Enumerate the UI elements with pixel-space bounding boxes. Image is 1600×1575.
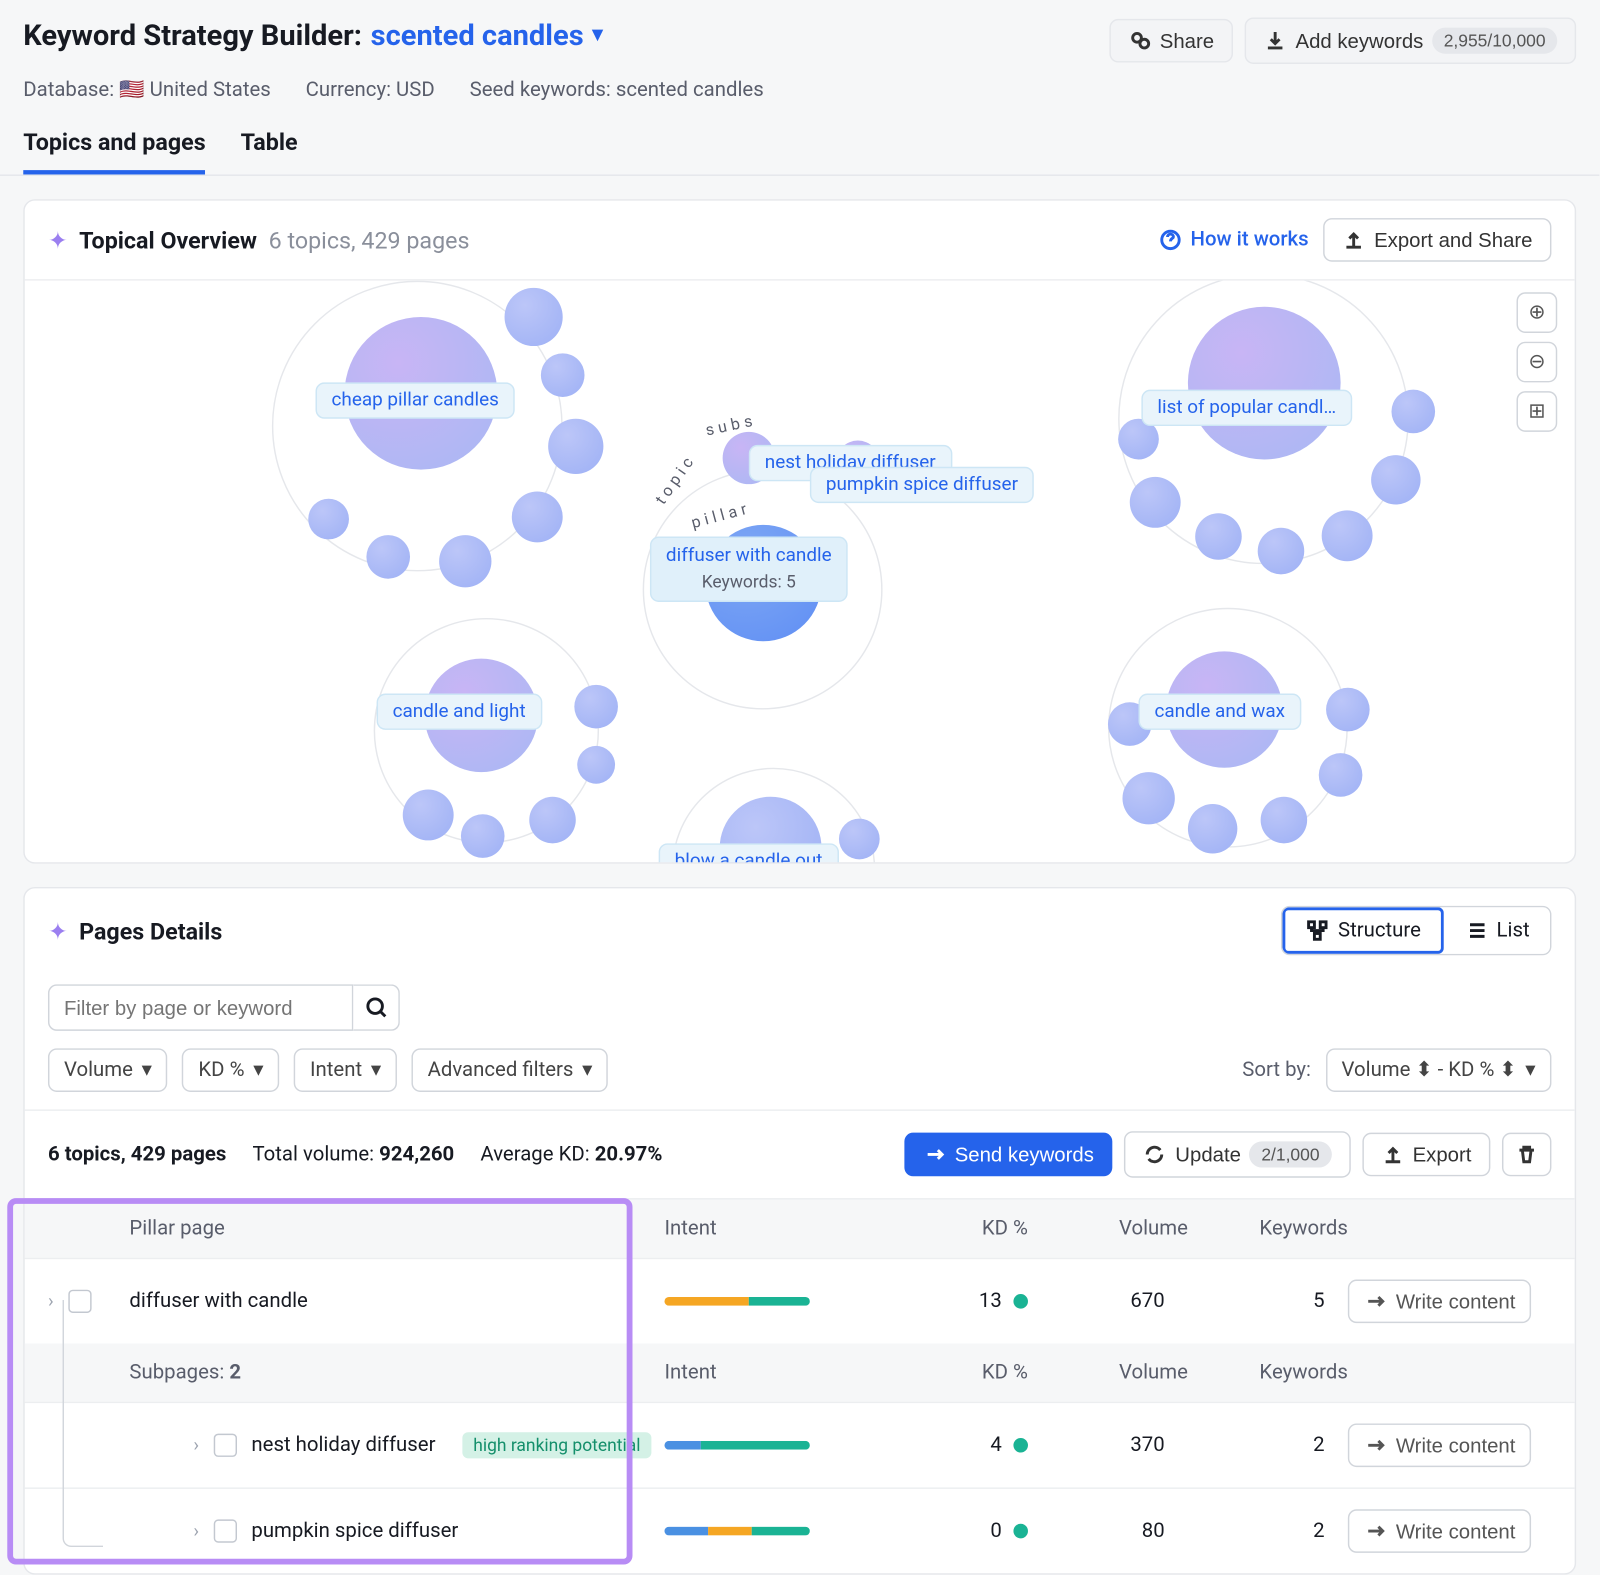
zoom-out-icon[interactable]: ⊖ [1517,342,1558,383]
filter-input[interactable] [48,984,353,1031]
view-toggle[interactable]: Structure List [1281,906,1551,955]
intent-bar [664,1441,809,1450]
row-name: pumpkin spice diffuser [251,1519,458,1542]
table-row[interactable]: ›pumpkin spice diffuser 0 80 2 Write con… [25,1487,1575,1573]
row-name: nest holiday diffuser [251,1434,435,1457]
how-it-works-link[interactable]: How it works [1159,228,1309,251]
export-button[interactable]: Export [1362,1133,1491,1177]
chevron-down-icon: ▾ [371,1059,381,1082]
cluster-pumpkin-spice[interactable]: pumpkin spice diffuser [810,467,1034,503]
topical-overview-viz[interactable]: ⊕ ⊖ ⊞ cheap pillar candles candle and [25,281,1575,863]
overview-summary: 6 topics, 429 pages [269,226,470,254]
seed-meta: Seed keywords: scented candles [470,79,764,102]
stats-topics: 6 topics, 429 pages [48,1143,226,1166]
send-icon [1364,1519,1387,1542]
add-keywords-label: Add keywords [1295,29,1423,52]
sparkle-icon: ✦ [48,917,67,945]
update-button[interactable]: Update 2/1,000 [1124,1131,1350,1178]
write-content-button[interactable]: Write content [1348,1509,1532,1553]
title-prefix: Keyword Strategy Builder: [23,17,362,52]
table-row[interactable]: › diffuser with candle 13 670 5 Write co… [25,1258,1575,1344]
tab-topics-pages[interactable]: Topics and pages [23,128,205,175]
cluster-candle-wax[interactable]: candle and wax [1138,694,1301,730]
tree-line [63,1300,104,1547]
sort-dropdown[interactable]: Volume ⬍ - KD % ⬍ ▾ [1326,1048,1552,1092]
chevron-down-icon: ▾ [253,1059,263,1082]
checkbox[interactable] [214,1434,237,1457]
kd-dot-icon [1013,1294,1028,1309]
page-title: Keyword Strategy Builder: scented candle… [23,17,602,52]
write-content-button[interactable]: Write content [1348,1280,1532,1324]
share-button[interactable]: Share [1109,19,1233,63]
list-icon [1465,919,1488,942]
kd-dot-icon [1013,1438,1028,1453]
database-meta: Database: 🇺🇸 United States [23,79,271,102]
pages-details-title: Pages Details [79,917,222,945]
cluster-diffuser-candle[interactable]: diffuser with candle Keywords: 5 [650,537,848,602]
filter-advanced[interactable]: Advanced filters ▾ [412,1048,609,1092]
refresh-icon [1143,1143,1166,1166]
table-row[interactable]: › nest holiday diffuser high ranking poten… [25,1402,1575,1488]
sparkle-icon: ✦ [48,226,67,254]
subpages-header: Subpages: 2 Intent KD % Volume Keywords [25,1343,1575,1401]
download-icon [1264,29,1287,52]
cluster-popular-candl[interactable]: list of popular candl… [1141,390,1352,426]
search-icon[interactable] [353,984,400,1031]
fit-icon[interactable]: ⊞ [1517,391,1558,432]
chevron-right-icon[interactable]: › [193,1434,199,1456]
trash-icon [1515,1143,1538,1166]
help-icon [1159,228,1182,251]
zoom-in-icon[interactable]: ⊕ [1517,292,1558,333]
kd-dot-icon [1013,1524,1028,1539]
upload-icon [1381,1143,1404,1166]
chevron-down-icon: ▾ [142,1059,152,1082]
chevron-down-icon: ▾ [1525,1059,1535,1082]
ranking-badge: high ranking potential [462,1432,652,1458]
checkbox[interactable] [214,1519,237,1542]
send-icon [923,1143,946,1166]
share-label: Share [1160,29,1214,52]
intent-bar [664,1527,809,1536]
filter-volume[interactable]: Volume ▾ [48,1048,168,1092]
delete-button[interactable] [1502,1133,1551,1177]
chevron-down-icon[interactable]: ▾ [592,23,602,46]
chevron-down-icon: ▾ [582,1059,592,1082]
structure-icon [1306,919,1329,942]
add-keywords-button[interactable]: Add keywords 2,955/10,000 [1245,17,1577,64]
list-view-button[interactable]: List [1444,907,1550,954]
filter-kd[interactable]: KD % ▾ [182,1048,279,1092]
stats-volume: Total volume: 924,260 [252,1143,454,1166]
overview-title: Topical Overview [79,226,257,254]
export-share-button[interactable]: Export and Share [1323,218,1551,262]
table-header: Pillar page Intent KD % Volume Keywords [25,1198,1575,1258]
write-content-button[interactable]: Write content [1348,1423,1532,1467]
send-keywords-button[interactable]: Send keywords [904,1133,1113,1177]
stats-avgkd: Average KD: 20.97% [480,1143,662,1166]
row-name: diffuser with candle [129,1290,664,1313]
cluster-cheap-pillar[interactable]: cheap pillar candles [316,382,515,418]
title-keyword[interactable]: scented candles [371,17,584,52]
currency-meta: Currency: USD [306,79,435,102]
cluster-candle-light[interactable]: candle and light [377,694,542,730]
intent-bar [664,1297,809,1306]
send-icon [1364,1434,1387,1457]
chevron-right-icon[interactable]: › [193,1520,199,1542]
cluster-blow-out[interactable]: blow a candle out [659,843,839,862]
tab-table[interactable]: Table [241,128,298,175]
people-icon [1128,29,1151,52]
sort-label: Sort by: [1242,1059,1311,1082]
filter-intent[interactable]: Intent ▾ [294,1048,397,1092]
chevron-right-icon[interactable]: › [48,1290,54,1312]
upload-icon [1342,228,1365,251]
send-icon [1364,1290,1387,1313]
structure-view-button[interactable]: Structure [1283,907,1444,954]
keyword-counter: 2,955/10,000 [1432,28,1557,54]
